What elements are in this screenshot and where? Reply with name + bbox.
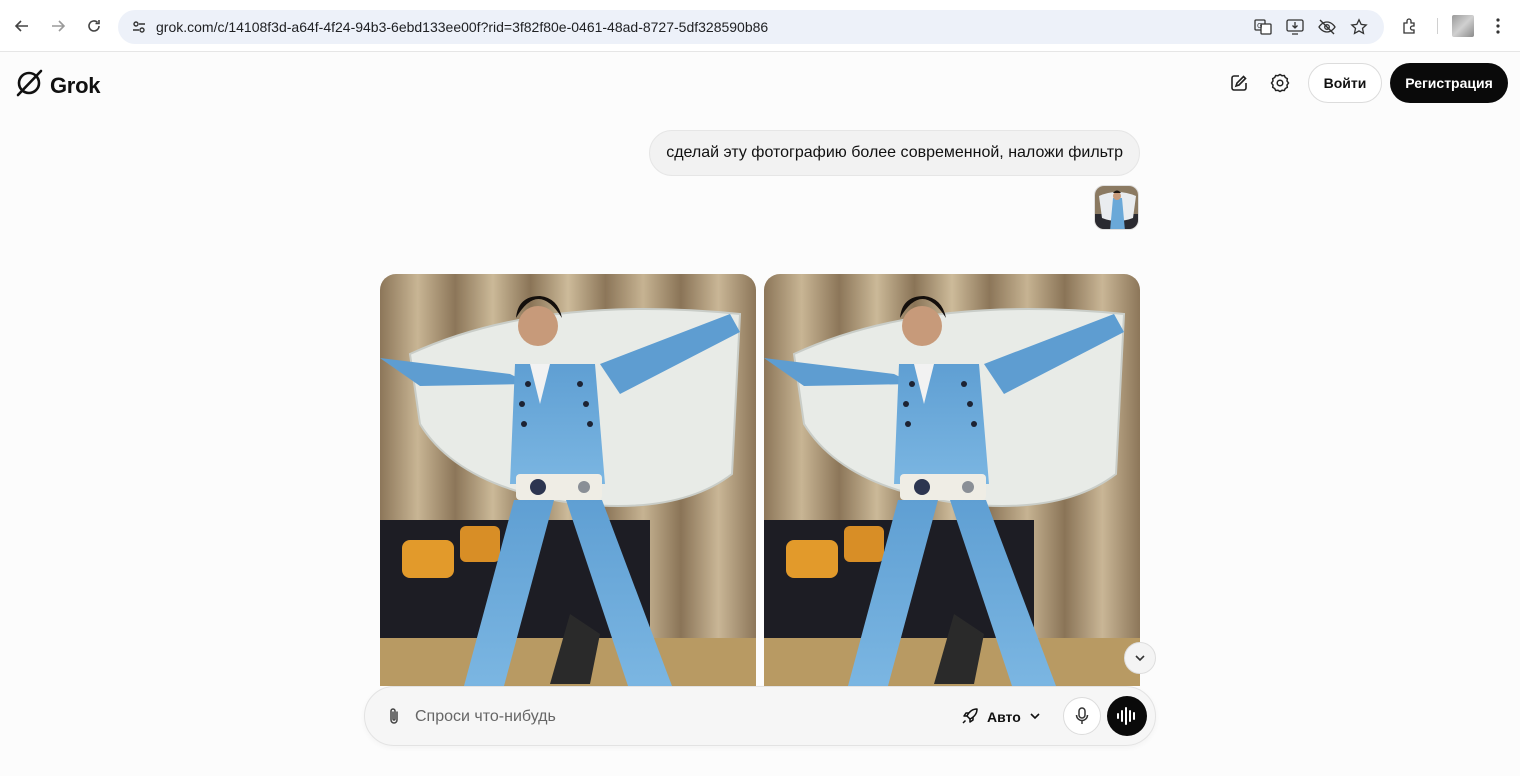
login-button[interactable]: Войти bbox=[1308, 63, 1382, 103]
microphone-icon bbox=[1075, 707, 1089, 724]
back-icon[interactable] bbox=[10, 14, 34, 38]
more-vert-icon[interactable] bbox=[1486, 14, 1510, 38]
mode-selector[interactable]: Авто bbox=[961, 703, 1041, 731]
toolbar-divider bbox=[1437, 18, 1438, 34]
user-message-bubble: сделай эту фотографию более современной,… bbox=[649, 130, 1140, 176]
microphone-button[interactable] bbox=[1063, 697, 1101, 735]
grok-logo[interactable]: Grok bbox=[14, 68, 100, 103]
translate-icon[interactable]: G bbox=[1252, 16, 1274, 38]
signup-button[interactable]: Регистрация bbox=[1390, 63, 1508, 103]
address-bar[interactable]: grok.com/c/14108f3d-a64f-4f24-94b3-6ebd1… bbox=[118, 10, 1384, 44]
message-input[interactable] bbox=[415, 704, 935, 730]
svg-text:G: G bbox=[1257, 22, 1262, 30]
install-app-icon[interactable] bbox=[1284, 16, 1306, 38]
eye-off-icon[interactable] bbox=[1316, 16, 1338, 38]
scroll-to-bottom-button[interactable] bbox=[1124, 642, 1156, 674]
settings-gear-icon[interactable] bbox=[1267, 70, 1293, 96]
new-chat-icon[interactable] bbox=[1226, 70, 1252, 96]
browser-toolbar: grok.com/c/14108f3d-a64f-4f24-94b3-6ebd1… bbox=[0, 0, 1520, 52]
reload-icon[interactable] bbox=[82, 14, 106, 38]
user-message-text: сделай эту фотографию более современной,… bbox=[666, 144, 1123, 161]
site-settings-icon[interactable] bbox=[128, 16, 150, 38]
chevron-down-icon bbox=[1135, 655, 1145, 662]
profile-avatar[interactable] bbox=[1452, 15, 1474, 37]
composer: Авто bbox=[364, 686, 1156, 746]
extensions-icon[interactable] bbox=[1398, 14, 1422, 38]
generated-image-1[interactable] bbox=[380, 274, 756, 686]
voice-mode-button[interactable] bbox=[1107, 696, 1147, 736]
generated-image-2[interactable] bbox=[764, 274, 1140, 686]
attached-image-thumbnail[interactable] bbox=[1094, 185, 1139, 230]
waveform-icon bbox=[1117, 707, 1135, 725]
attach-paperclip-icon[interactable] bbox=[383, 705, 405, 727]
url-text: grok.com/c/14108f3d-a64f-4f24-94b3-6ebd1… bbox=[156, 19, 769, 35]
forward-icon[interactable] bbox=[46, 14, 70, 38]
grok-logo-icon bbox=[14, 68, 44, 103]
chevron-down-icon bbox=[1029, 709, 1041, 725]
logo-text: Grok bbox=[50, 72, 101, 98]
rocket-icon bbox=[961, 707, 979, 728]
mode-label: Авто bbox=[987, 709, 1021, 725]
star-icon[interactable] bbox=[1348, 16, 1370, 38]
